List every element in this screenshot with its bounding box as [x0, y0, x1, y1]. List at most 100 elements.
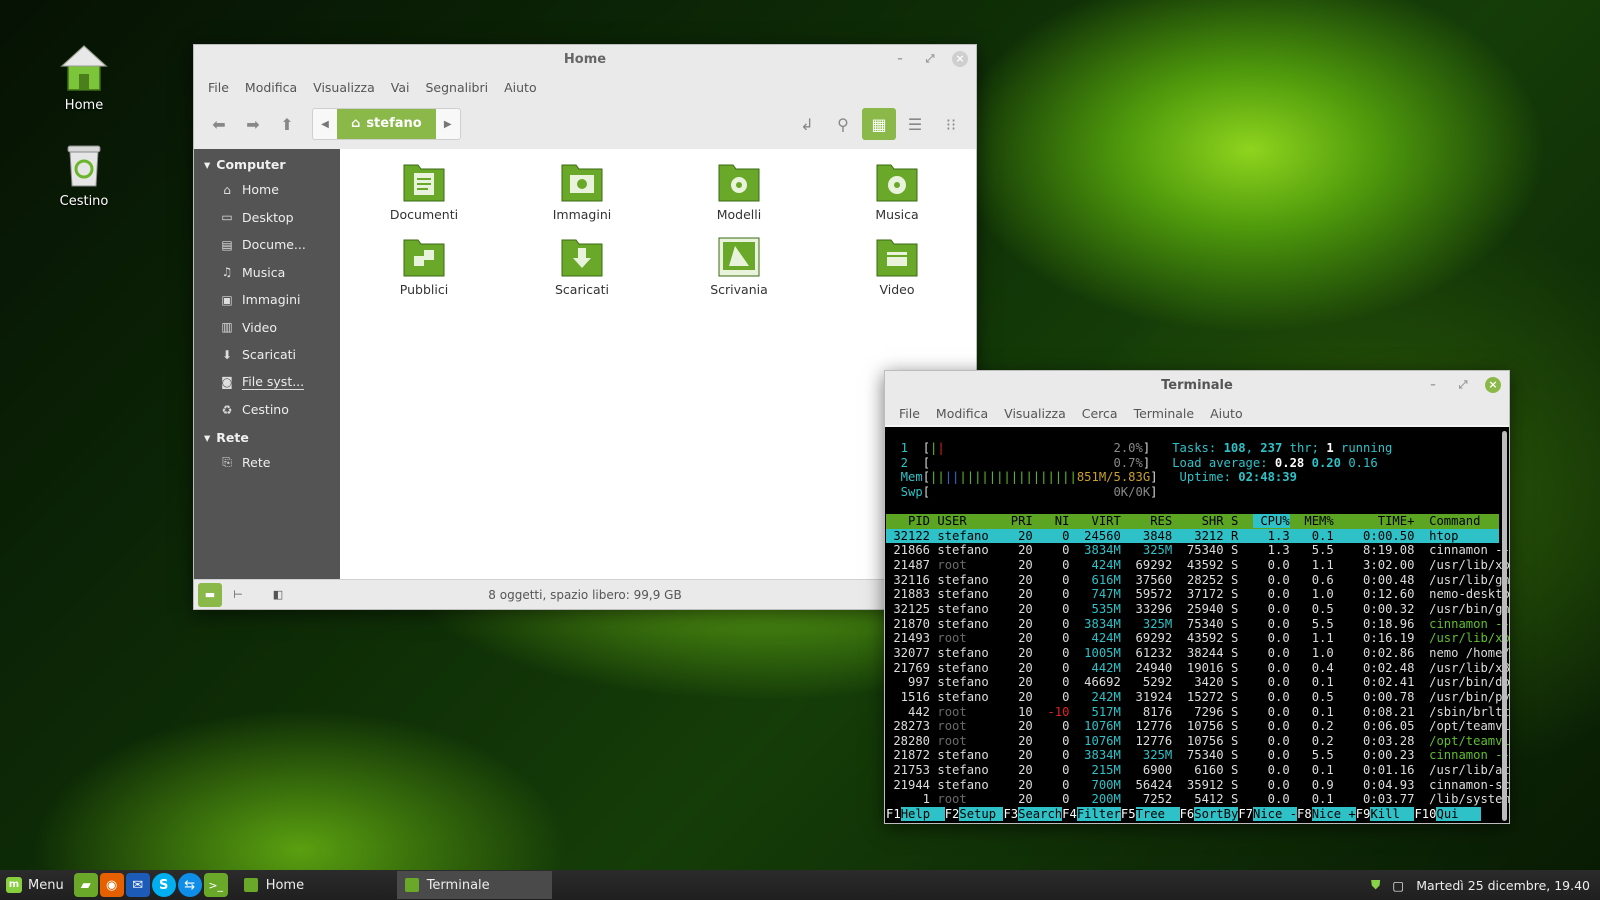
menu-modifica[interactable]: Modifica — [237, 80, 305, 95]
sidebar-item-desktop[interactable]: ▭ Desktop — [194, 204, 340, 232]
column-header[interactable]: SHR — [1180, 514, 1224, 528]
path-left-icon[interactable]: ◀ — [313, 119, 337, 130]
terminal-output[interactable]: 1 [|| 2.0%] Tasks: 108, 237 thr; 1 runni… — [885, 427, 1509, 823]
column-header[interactable]: RES — [1128, 514, 1172, 528]
search-icon[interactable]: ⚲ — [826, 108, 860, 140]
launcher-firefox[interactable]: ◉ — [99, 873, 124, 897]
sidebar-section-network[interactable]: ▾ Rete — [194, 426, 340, 449]
toggle-sidebar-icon[interactable]: ◧ — [266, 583, 290, 607]
sidebar-item-music[interactable]: ♫ Musica — [194, 259, 340, 287]
folder-item-scaricati[interactable]: Scaricati — [522, 232, 642, 297]
menu-file[interactable]: File — [891, 406, 928, 421]
process-row[interactable]: 32122 stefano 20 0 24560 3848 3212 R 1.3… — [886, 528, 1499, 544]
fkey-f10[interactable]: F10 — [1414, 807, 1436, 821]
process-row[interactable]: 32077 stefano 20 0 1005M 61232 38244 S 0… — [886, 646, 1509, 661]
column-header[interactable]: TIME+ — [1341, 514, 1415, 528]
column-header[interactable]: PID — [886, 514, 930, 528]
process-row[interactable]: 21872 stefano 20 0 3834M 325M 75340 S 0.… — [886, 748, 1509, 763]
launcher-terminal[interactable]: >_ — [203, 873, 228, 897]
process-table-header[interactable]: PID USER PRI NI VIRT RES SHR S CPU% MEM%… — [886, 514, 1499, 529]
sidebar-item-home[interactable]: ⌂ Home — [194, 176, 340, 204]
show-places-icon[interactable]: ▬ — [198, 582, 222, 607]
close-icon[interactable]: × — [1485, 377, 1501, 393]
file-manager-titlebar[interactable]: Home – ⤢ × — [194, 45, 976, 75]
show-tree-icon[interactable]: ⊢ — [226, 583, 250, 607]
folder-item-pubblici[interactable]: Pubblici — [364, 232, 484, 297]
folder-item-scrivania[interactable]: Scrivania — [679, 232, 799, 297]
menu-vai[interactable]: Vai — [383, 80, 418, 95]
close-icon[interactable]: × — [952, 51, 968, 67]
folder-item-immagini[interactable]: Immagini — [522, 157, 642, 222]
fkey-f7[interactable]: F7 — [1238, 807, 1253, 821]
column-header[interactable]: VIRT — [1077, 514, 1121, 528]
menu-aiuto[interactable]: Aiuto — [1202, 406, 1251, 421]
fkey-f3[interactable]: F3 — [1003, 807, 1018, 821]
process-row[interactable]: 32116 stefano 20 0 616M 37560 28252 S 0.… — [886, 573, 1509, 588]
folder-item-modelli[interactable]: Modelli — [679, 157, 799, 222]
process-row[interactable]: 21493 root 20 0 424M 69292 43592 S 0.0 1… — [886, 631, 1509, 646]
task-terminale[interactable]: Terminale — [396, 871, 552, 899]
column-header[interactable]: MEM% — [1297, 514, 1333, 528]
sidebar-item-downloads[interactable]: ⬇ Scaricati — [194, 341, 340, 369]
back-icon[interactable]: ⬅ — [202, 108, 236, 140]
menu-segnalibri[interactable]: Segnalibri — [417, 80, 496, 95]
process-row[interactable]: 997 stefano 20 0 46692 5292 3420 S 0.0 0… — [886, 675, 1509, 690]
maximize-icon[interactable]: ⤢ — [1455, 377, 1471, 393]
list-view-icon[interactable]: ☰ — [898, 108, 932, 140]
fkey-f2[interactable]: F2 — [945, 807, 960, 821]
fkey-f6[interactable]: F6 — [1180, 807, 1195, 821]
folder-item-video[interactable]: Video — [837, 232, 957, 297]
process-row[interactable]: 1516 stefano 20 0 242M 31924 15272 S 0.0… — [886, 690, 1509, 705]
path-right-icon[interactable]: ▶ — [436, 119, 460, 130]
menu-button[interactable]: m Menu — [0, 877, 74, 893]
launcher-skype[interactable]: S — [151, 873, 176, 897]
menu-visualizza[interactable]: Visualizza — [996, 406, 1074, 421]
desktop-icon-trash[interactable]: Cestino — [34, 138, 134, 209]
minimize-icon[interactable]: – — [892, 51, 908, 67]
sidebar-item-pictures[interactable]: ▣ Immagini — [194, 286, 340, 314]
compact-view-icon[interactable]: ⁝⁝ — [934, 108, 968, 140]
process-row[interactable]: 21870 stefano 20 0 3834M 325M 75340 S 0.… — [886, 617, 1509, 632]
minimize-icon[interactable]: – — [1425, 377, 1441, 393]
column-header[interactable]: NI — [1040, 514, 1070, 528]
launcher-thunderbird[interactable]: ✉ — [125, 873, 150, 897]
icon-view-icon[interactable]: ▦ — [862, 108, 896, 140]
process-row[interactable]: 21769 stefano 20 0 442M 24940 19016 S 0.… — [886, 661, 1509, 676]
menu-terminale[interactable]: Terminale — [1126, 406, 1203, 421]
menu-aiuto[interactable]: Aiuto — [496, 80, 545, 95]
process-row[interactable]: 21944 stefano 20 0 700M 56424 35912 S 0.… — [886, 778, 1509, 793]
file-view[interactable]: Documenti Immagini Modelli Musica Pubbli… — [340, 149, 976, 579]
fkey-f8[interactable]: F8 — [1297, 807, 1312, 821]
process-row[interactable]: 28273 root 20 0 1076M 12776 10756 S 0.0 … — [886, 719, 1509, 734]
task-home[interactable]: Home — [236, 871, 391, 899]
toggle-location-icon[interactable]: ↲ — [790, 108, 824, 140]
process-row[interactable]: 21487 root 20 0 424M 69292 43592 S 0.0 1… — [886, 558, 1509, 573]
up-icon[interactable]: ⬆ — [270, 108, 304, 140]
sidebar-item-trash[interactable]: ♻ Cestino — [194, 396, 340, 424]
sidebar-item-filesystem[interactable]: ◙ File syst... — [194, 369, 340, 397]
column-header[interactable]: Command — [1422, 514, 1480, 528]
sidebar-item-documents[interactable]: ▤ Docume... — [194, 231, 340, 259]
process-row[interactable]: 28280 root 20 0 1076M 12776 10756 S 0.0 … — [886, 734, 1509, 749]
notifications-icon[interactable]: ▢ — [1392, 878, 1404, 893]
process-row[interactable]: 1 root 20 0 200M 7252 5412 S 0.0 0.1 0:0… — [886, 792, 1509, 807]
menu-file[interactable]: File — [200, 80, 237, 95]
column-header[interactable]: USER — [937, 514, 996, 528]
fkey-f5[interactable]: F5 — [1121, 807, 1136, 821]
maximize-icon[interactable]: ⤢ — [922, 51, 938, 67]
fkey-f9[interactable]: F9 — [1356, 807, 1371, 821]
desktop-icon-home[interactable]: Home — [34, 42, 134, 113]
process-row[interactable]: 21883 stefano 20 0 747M 59572 37172 S 0.… — [886, 587, 1509, 602]
shield-icon[interactable]: ⛊ — [1371, 877, 1380, 893]
column-header[interactable]: S — [1231, 514, 1246, 528]
menu-visualizza[interactable]: Visualizza — [305, 80, 383, 95]
launcher-file-manager[interactable]: ▰ — [73, 873, 98, 897]
clock[interactable]: Martedì 25 dicembre, 19.40 — [1416, 878, 1590, 893]
process-row[interactable]: 32125 stefano 20 0 535M 33296 25940 S 0.… — [886, 602, 1509, 617]
terminal-titlebar[interactable]: Terminale – ⤢ × — [885, 371, 1509, 401]
sidebar-section-computer[interactable]: ▾ Computer — [194, 153, 340, 176]
folder-item-documenti[interactable]: Documenti — [364, 157, 484, 222]
column-header[interactable]: PRI — [1003, 514, 1033, 528]
folder-item-musica[interactable]: Musica — [837, 157, 957, 222]
terminal-scrollbar[interactable] — [1502, 431, 1507, 821]
